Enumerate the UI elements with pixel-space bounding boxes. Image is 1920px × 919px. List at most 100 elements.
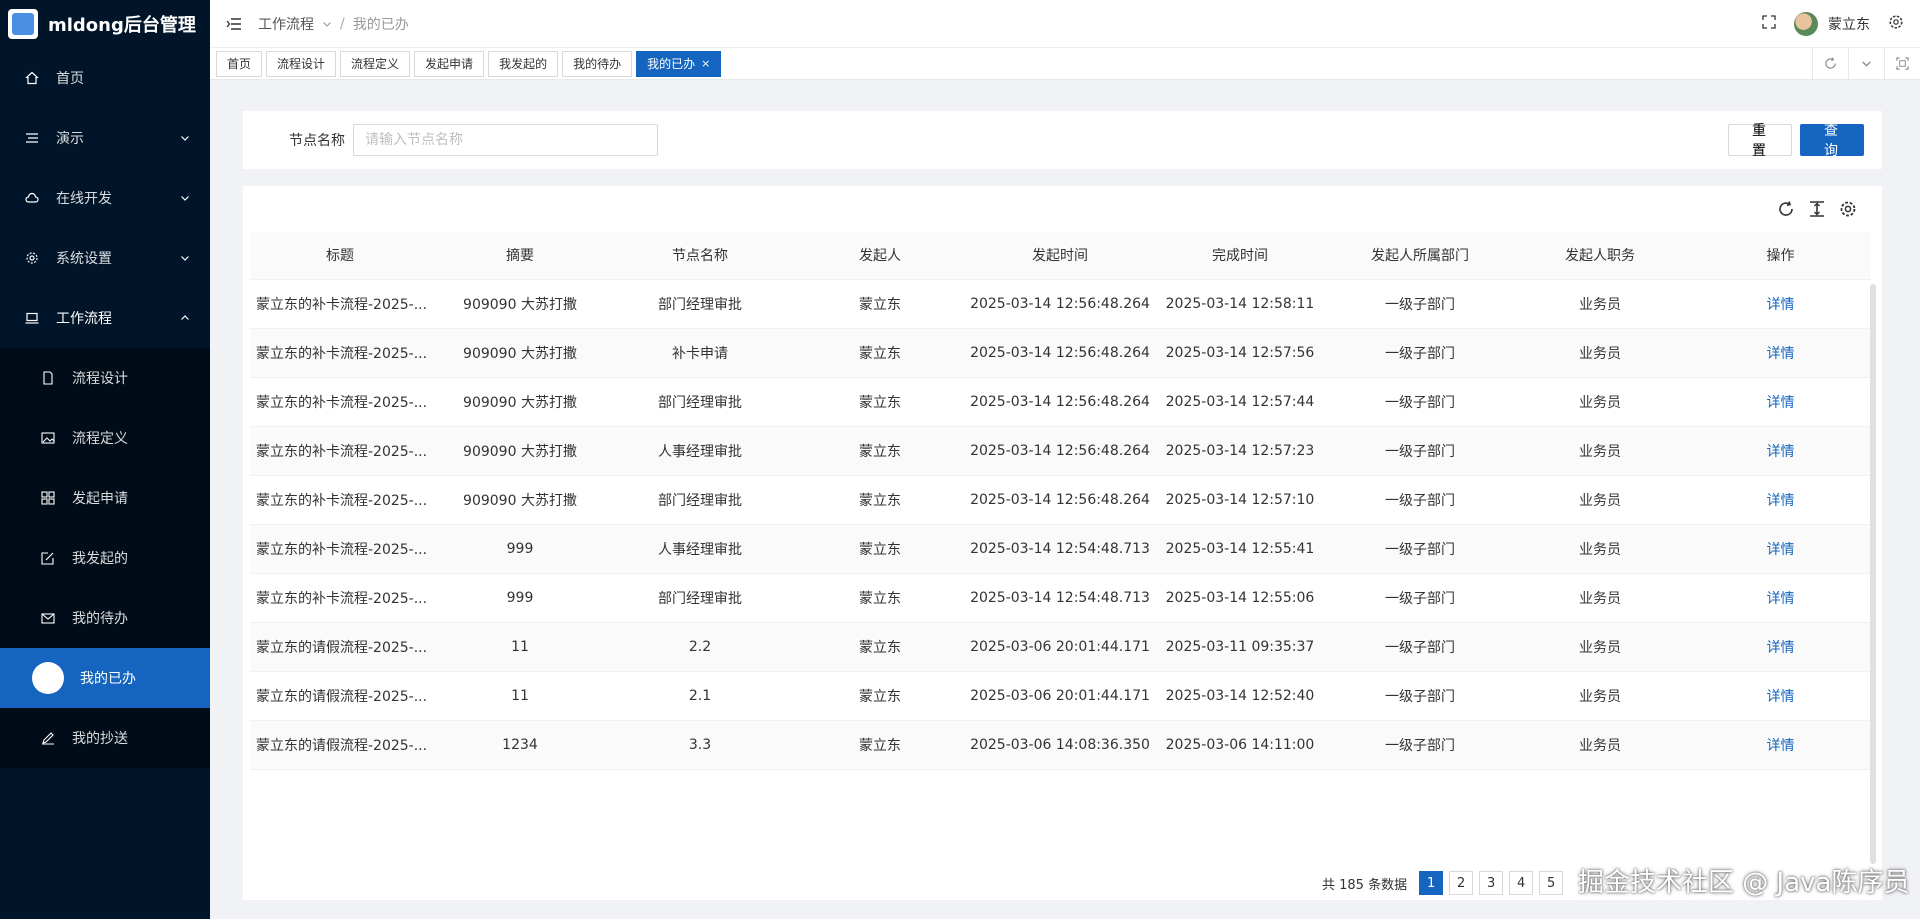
vertical-scrollbar[interactable] xyxy=(1870,284,1876,864)
table-cell: 2025-03-14 12:56:48.264 xyxy=(970,377,1150,427)
watermark: 掘金技术社区 @ Java陈序员 xyxy=(1578,868,1910,898)
table-cell: 2025-03-06 14:11:00 xyxy=(1150,720,1330,770)
tab-start-request[interactable]: 发起申请 xyxy=(414,50,485,77)
close-icon[interactable]: × xyxy=(701,57,710,70)
top-header: 工作流程 / 我的已办 蒙立东 xyxy=(210,0,1920,48)
page-5[interactable]: 5 xyxy=(1539,871,1564,895)
breadcrumb-item-workflow[interactable]: 工作流程 xyxy=(258,14,314,34)
sidebar-item-label: 发起申请 xyxy=(72,491,128,507)
column-height-icon[interactable] xyxy=(1808,200,1827,219)
table-cell: 2025-03-14 12:58:11 xyxy=(1150,279,1330,329)
table-cell: 909090 大苏打撒 xyxy=(430,426,610,476)
detail-link[interactable]: 详情 xyxy=(1767,493,1795,509)
reload-icon[interactable] xyxy=(1777,200,1796,219)
detail-link[interactable]: 详情 xyxy=(1767,346,1795,362)
page-4[interactable]: 4 xyxy=(1509,871,1534,895)
table-cell: 2025-03-14 12:56:48.264 xyxy=(970,279,1150,329)
table-row: 蒙立东的补卡流程-2025-... 909090 大苏打撒 补卡申请 蒙立东 2025-… xyxy=(250,328,1871,378)
node-name-input[interactable] xyxy=(353,124,658,156)
table-cell: 业务员 xyxy=(1510,573,1690,623)
menu-fold-button[interactable] xyxy=(210,0,258,48)
sidebar-item-online-dev[interactable]: 在线开发 xyxy=(0,168,210,228)
reset-button[interactable]: 重 置 xyxy=(1728,123,1792,159)
node-name-label: 节点名称 xyxy=(289,133,345,149)
sidebar-item-my-todo[interactable]: 我的待办 xyxy=(0,588,210,648)
user-name: 蒙立东 xyxy=(1828,16,1870,33)
query-button[interactable]: 查 询 xyxy=(1800,123,1864,159)
sidebar-item-start-request[interactable]: 发起申请 xyxy=(0,468,210,528)
table-cell: 3.3 xyxy=(610,720,790,770)
table-cell: 2025-03-11 09:35:37 xyxy=(1150,622,1330,672)
table-cell: 详情 xyxy=(1690,573,1871,623)
table-cell: 部门经理审批 xyxy=(610,475,790,525)
sidebar-item-label: 首页 xyxy=(56,71,84,87)
detail-link[interactable]: 详情 xyxy=(1767,591,1795,607)
table-cell: 详情 xyxy=(1690,622,1871,672)
table-cell: 一级子部门 xyxy=(1330,671,1510,721)
detail-link[interactable]: 详情 xyxy=(1767,395,1795,411)
table-cell: 蒙立东 xyxy=(790,720,970,770)
sidebar: mldong后台管理 首页 演示 在线开发 系统设置 工作流程 流程设计 流程定… xyxy=(0,0,210,919)
menu-fold-icon xyxy=(226,17,241,30)
table-cell: 蒙立东的请假流程-2025-... xyxy=(250,671,430,721)
tab-process-definition[interactable]: 流程定义 xyxy=(340,50,411,77)
tab-my-todo[interactable]: 我的待办 xyxy=(562,50,633,77)
sidebar-item-label: 在线开发 xyxy=(56,191,112,207)
column-header: 发起人职务 xyxy=(1510,232,1690,280)
detail-link[interactable]: 详情 xyxy=(1767,444,1795,460)
table-cell: 2025-03-06 20:01:44.171 xyxy=(970,671,1150,721)
page-2[interactable]: 2 xyxy=(1449,871,1474,895)
sidebar-item-workflow[interactable]: 工作流程 xyxy=(0,288,210,348)
sidebar-item-my-started[interactable]: 我发起的 xyxy=(0,528,210,588)
table-cell: 详情 xyxy=(1690,377,1871,427)
detail-link[interactable]: 详情 xyxy=(1767,689,1795,705)
sidebar-item-demo[interactable]: 演示 xyxy=(0,108,210,168)
sidebar-item-my-cc[interactable]: 我的抄送 xyxy=(0,708,210,768)
detail-link[interactable]: 详情 xyxy=(1767,542,1795,558)
tab-home[interactable]: 首页 xyxy=(216,50,263,77)
table-cell: 人事经理审批 xyxy=(610,524,790,574)
table-cell: 蒙立东 xyxy=(790,524,970,574)
table-cell: 2025-03-06 14:08:36.350 xyxy=(970,720,1150,770)
table-cell: 909090 大苏打撒 xyxy=(430,279,610,329)
detail-link[interactable]: 详情 xyxy=(1767,738,1795,754)
sidebar-item-system-settings[interactable]: 系统设置 xyxy=(0,228,210,288)
table-cell: 2025-03-14 12:55:06 xyxy=(1150,573,1330,623)
table-cell: 一级子部门 xyxy=(1330,475,1510,525)
table-cell: 一级子部门 xyxy=(1330,328,1510,378)
fullscreen-icon[interactable] xyxy=(1762,14,1776,33)
table-cell: 蒙立东 xyxy=(790,279,970,329)
page-1[interactable]: 1 xyxy=(1419,871,1444,895)
pen-icon xyxy=(40,730,56,746)
user-menu[interactable]: 蒙立东 xyxy=(1794,11,1870,36)
column-header: 节点名称 xyxy=(610,232,790,280)
table-cell: 蒙立东的补卡流程-2025-... xyxy=(250,524,430,574)
sidebar-item-process-design[interactable]: 流程设计 xyxy=(0,348,210,408)
settings-icon[interactable] xyxy=(1888,14,1904,34)
logo[interactable]: mldong后台管理 xyxy=(0,0,210,48)
refresh-tab-button[interactable] xyxy=(1812,47,1848,80)
page-3[interactable]: 3 xyxy=(1479,871,1504,895)
table-cell: 详情 xyxy=(1690,720,1871,770)
tab-my-done[interactable]: 我的已办 × xyxy=(636,50,722,77)
table-row: 蒙立东的补卡流程-2025-... 999 部门经理审批 蒙立东 2025-03-14 … xyxy=(250,573,1871,623)
detail-link[interactable]: 详情 xyxy=(1767,297,1795,313)
search-form: 节点名称 重 置 查 询 xyxy=(243,111,1882,169)
sidebar-item-label: 演示 xyxy=(56,131,84,147)
sidebar-item-home[interactable]: 首页 xyxy=(0,48,210,108)
tab-my-started[interactable]: 我发起的 xyxy=(488,50,559,77)
tab-dropdown-button[interactable] xyxy=(1848,47,1884,80)
table-cell: 蒙立东 xyxy=(790,377,970,427)
sidebar-item-my-done[interactable]: 我的已办 xyxy=(0,648,210,708)
table-cell: 蒙立东 xyxy=(790,622,970,672)
grid-icon xyxy=(40,490,56,506)
table-cell: 详情 xyxy=(1690,279,1871,329)
tab-maximize-button[interactable] xyxy=(1884,47,1920,80)
sidebar-item-label: 我的待办 xyxy=(72,611,128,627)
expand-icon xyxy=(1896,57,1909,70)
sidebar-item-process-definition[interactable]: 流程定义 xyxy=(0,408,210,468)
table-cell: 2025-03-14 12:57:23 xyxy=(1150,426,1330,476)
tab-process-design[interactable]: 流程设计 xyxy=(266,50,337,77)
detail-link[interactable]: 详情 xyxy=(1767,640,1795,656)
settings-icon[interactable] xyxy=(1839,200,1858,219)
